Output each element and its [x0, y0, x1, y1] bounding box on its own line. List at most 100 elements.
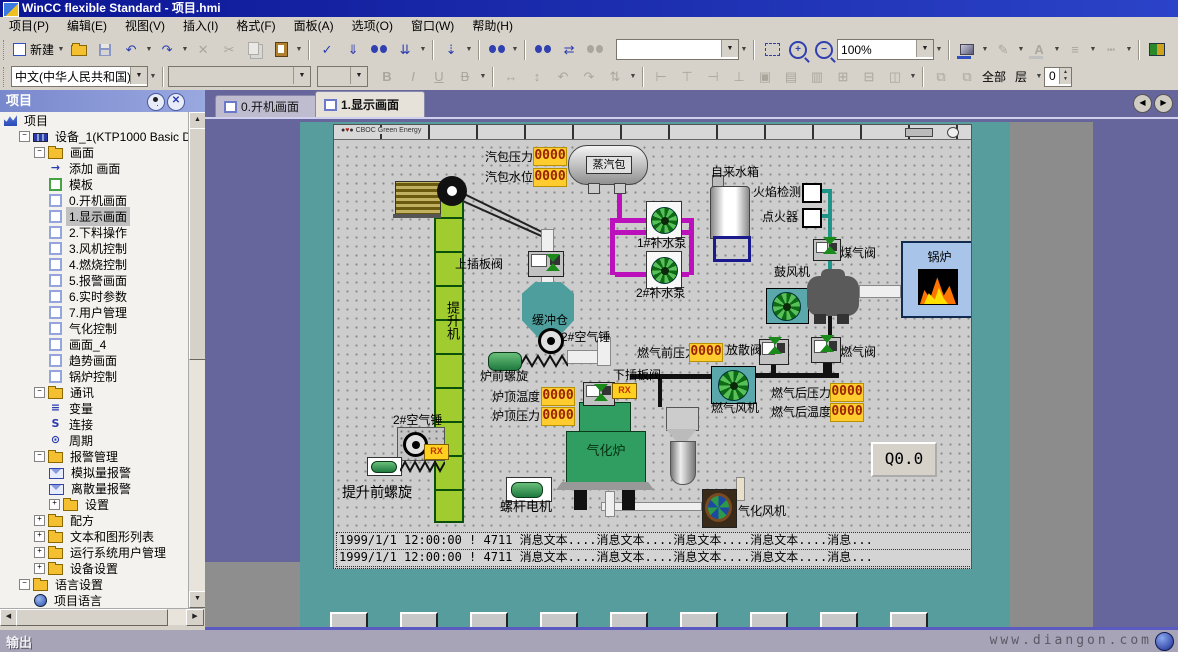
io-value-field[interactable]: 0000: [541, 387, 575, 406]
line-width-button[interactable]: ≡: [1062, 39, 1088, 61]
burner[interactable]: [807, 276, 859, 316]
rx-badge[interactable]: RX: [424, 444, 449, 460]
all-layers-button[interactable]: 全部: [980, 66, 1008, 88]
redo-caret[interactable]: ▼: [180, 46, 190, 53]
gasification-fan-box[interactable]: [702, 489, 737, 528]
collapse-icon[interactable]: −: [34, 147, 45, 158]
align-bottom-button[interactable]: ▤: [778, 66, 804, 88]
cut-button[interactable]: ✂: [216, 39, 242, 61]
font-size-combobox[interactable]: ▼: [317, 66, 368, 87]
collapse-icon[interactable]: −: [19, 579, 30, 590]
object-combo-caret[interactable]: ▼: [739, 46, 749, 53]
cyclone-vessel[interactable]: [670, 441, 696, 485]
align-right-button[interactable]: ⊣: [700, 66, 726, 88]
expand-icon[interactable]: +: [49, 499, 60, 510]
igniter-box[interactable]: [802, 208, 822, 228]
water-tank[interactable]: [710, 186, 750, 239]
rotate-caret[interactable]: ▼: [628, 73, 638, 80]
tree-item[interactable]: −通讯: [0, 384, 203, 400]
same-width-button[interactable]: ⊞: [830, 66, 856, 88]
language-combo-caret[interactable]: ▼: [148, 73, 158, 80]
tree-item[interactable]: S连接: [0, 416, 203, 432]
undo-caret[interactable]: ▼: [144, 46, 154, 53]
find-button[interactable]: [484, 39, 510, 61]
open-button[interactable]: [66, 39, 92, 61]
layer-spinbox[interactable]: 0▲▼: [1044, 67, 1072, 87]
layer-caret[interactable]: ▼: [1034, 73, 1044, 80]
collapse-icon[interactable]: −: [19, 131, 30, 142]
tree-item[interactable]: 锅炉控制: [0, 368, 203, 384]
rotate-90-button[interactable]: ⇅: [602, 66, 628, 88]
tab-scroll-left-icon[interactable]: ◀: [1133, 94, 1152, 113]
new-button[interactable]: 新建: [11, 39, 56, 61]
hmi-screen-canvas[interactable]: ●♥● CBOC Green Energy 蒸汽包: [333, 124, 972, 569]
copy-button[interactable]: [242, 39, 268, 61]
find-caret[interactable]: ▼: [510, 46, 520, 53]
toolbar-grip[interactable]: [3, 40, 7, 60]
tree-item[interactable]: →添加 画面: [0, 160, 203, 176]
zoom-out-button[interactable]: −: [811, 39, 837, 61]
combobox-arrow-icon[interactable]: ▼: [293, 67, 310, 84]
scrollbar-thumb[interactable]: [189, 128, 206, 360]
fill-color-caret[interactable]: ▼: [980, 46, 990, 53]
io-value-field[interactable]: 0000: [689, 343, 723, 362]
find-down-button[interactable]: [582, 39, 608, 61]
find-next-button[interactable]: [530, 39, 556, 61]
tree-item[interactable]: ≡变量: [0, 400, 203, 416]
zoom-combo-caret[interactable]: ▼: [934, 46, 944, 53]
undo-button[interactable]: ↶: [118, 39, 144, 61]
collapse-icon[interactable]: −: [34, 451, 45, 462]
help-book-button[interactable]: [1144, 39, 1170, 61]
download-caret[interactable]: ▼: [464, 46, 474, 53]
line-width-caret[interactable]: ▼: [1088, 46, 1098, 53]
download-button[interactable]: ⇣: [438, 39, 464, 61]
new-caret[interactable]: ▼: [56, 46, 66, 53]
output-panel-title[interactable]: 输出: [6, 632, 32, 651]
align-center-button[interactable]: ⊤: [674, 66, 700, 88]
same-height-button[interactable]: ⊟: [856, 66, 882, 88]
tree-item[interactable]: 项目语言: [0, 592, 203, 608]
font-combobox[interactable]: ▼: [168, 66, 311, 87]
check-consistency-button[interactable]: ✓: [314, 39, 340, 61]
blower-fan-box[interactable]: [766, 288, 809, 324]
language-combobox[interactable]: 中文(中华人民共和国)▼: [11, 66, 148, 87]
zoom-combobox[interactable]: 100%▼: [837, 39, 934, 60]
zoom-area-button[interactable]: [759, 39, 785, 61]
io-value-field[interactable]: 0000: [533, 168, 567, 187]
gas-fan-box[interactable]: [711, 366, 756, 404]
menu-item[interactable]: 编辑(E): [58, 17, 116, 36]
align-caret[interactable]: ▼: [908, 73, 918, 80]
scroll-left-icon[interactable]: ◀: [0, 609, 17, 626]
scroll-right-icon[interactable]: ▶: [186, 609, 204, 626]
combobox-arrow-icon[interactable]: ▼: [130, 67, 147, 84]
distribute-horizontal-button[interactable]: ▥: [804, 66, 830, 88]
close-icon[interactable]: ✕: [167, 93, 185, 111]
strikeout-button[interactable]: B: [452, 66, 478, 88]
function-key[interactable]: [680, 612, 718, 629]
function-key[interactable]: [890, 612, 928, 629]
flip-vertical-button[interactable]: ↕: [524, 66, 550, 88]
feed-pump-2[interactable]: [646, 251, 682, 289]
q-output-button[interactable]: Q0.0: [871, 442, 937, 477]
rx-badge[interactable]: RX: [612, 383, 637, 399]
align-left-button[interactable]: ⊢: [648, 66, 674, 88]
function-key[interactable]: [400, 612, 438, 629]
compile-caret[interactable]: ▼: [418, 46, 428, 53]
pen-color-button[interactable]: ✎: [990, 39, 1016, 61]
tree-horizontal-scrollbar[interactable]: ◀ ▶: [0, 608, 203, 625]
function-key[interactable]: [750, 612, 788, 629]
rotate-right-button[interactable]: ↷: [576, 66, 602, 88]
boiler[interactable]: 锅炉: [901, 241, 972, 318]
paste-caret[interactable]: ▼: [294, 46, 304, 53]
align-top-button[interactable]: ⊥: [726, 66, 752, 88]
align-middle-button[interactable]: ▣: [752, 66, 778, 88]
tree-item[interactable]: +设置: [0, 496, 203, 512]
menu-item[interactable]: 帮助(H): [463, 17, 522, 36]
function-key[interactable]: [540, 612, 578, 629]
tab-startup-screen[interactable]: 0.开机画面: [215, 95, 329, 117]
scroll-up-icon[interactable]: ▲: [189, 112, 206, 129]
function-key[interactable]: [330, 612, 368, 629]
alarm-message-row[interactable]: 1999/1/1 12:00:00 ! 4711 消息文本....消息文本...…: [336, 549, 972, 567]
function-key[interactable]: [610, 612, 648, 629]
send-backward-button[interactable]: ⧉: [954, 66, 980, 88]
